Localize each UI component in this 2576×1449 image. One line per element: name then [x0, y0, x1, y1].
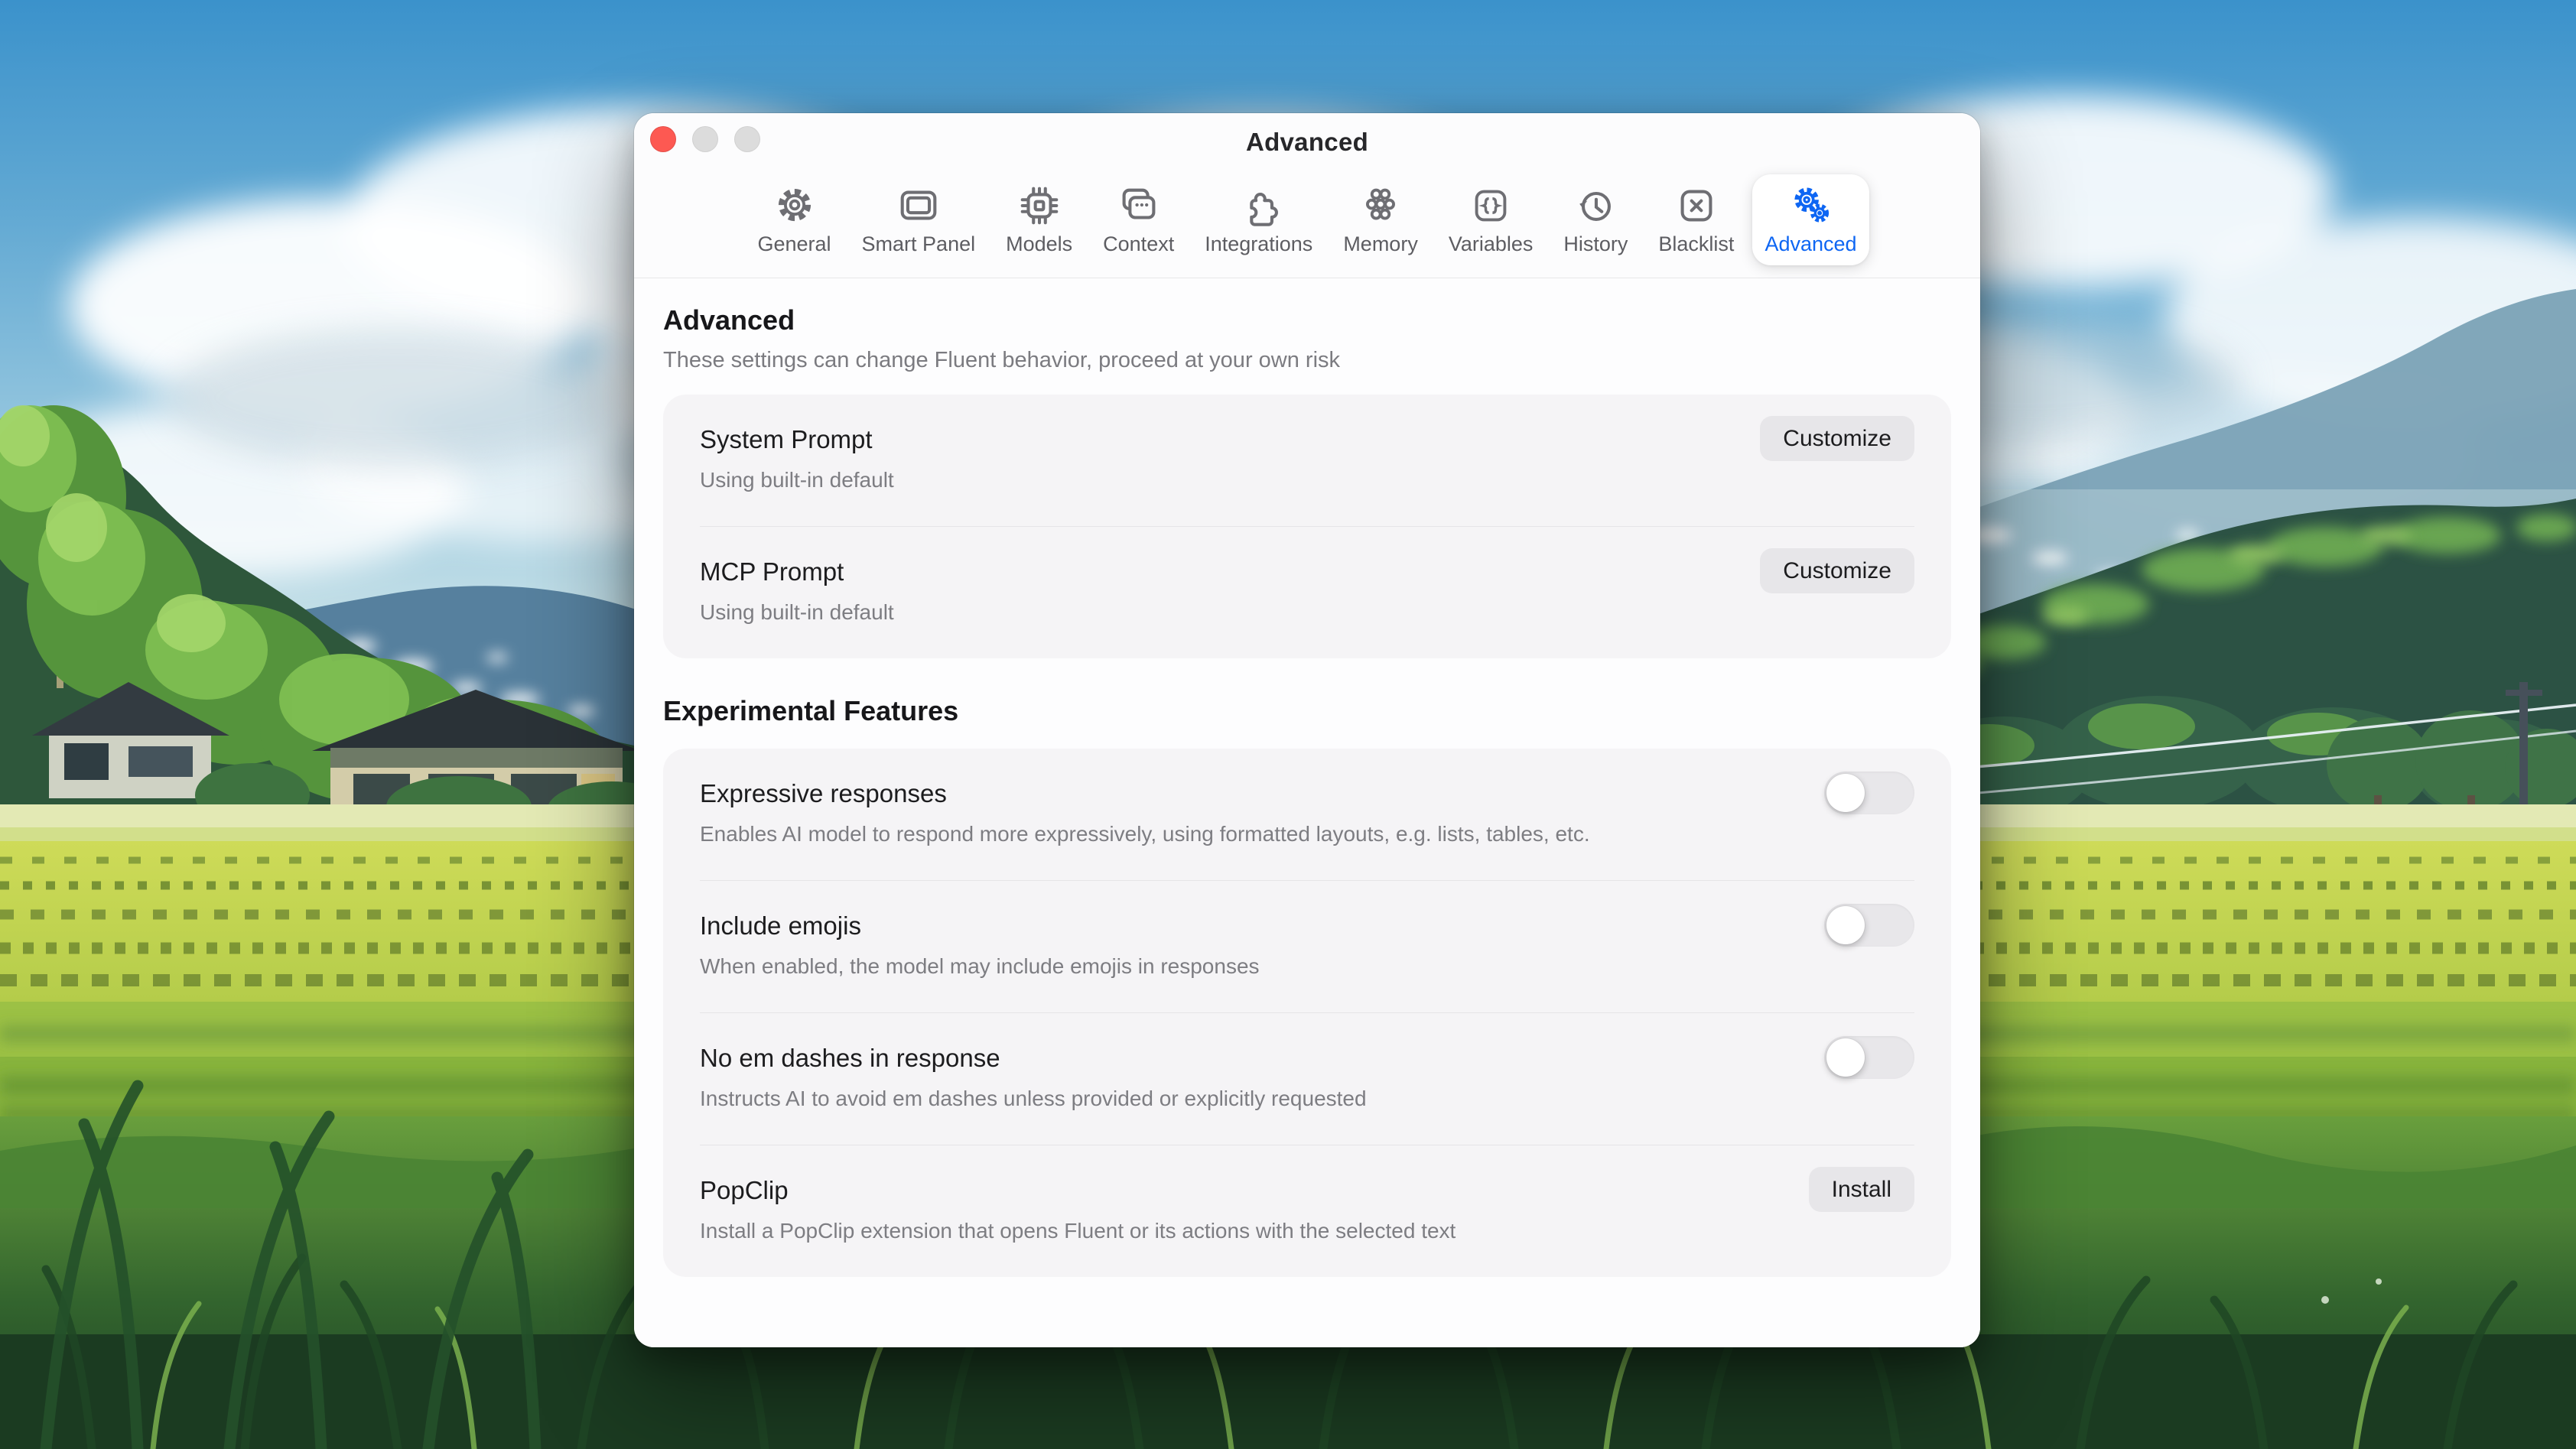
- toggle-knob: [1826, 774, 1865, 812]
- settings-content: Advanced These settings can change Fluen…: [634, 278, 1980, 1347]
- toggle-knob: [1826, 1038, 1865, 1077]
- setting-row-system-prompt: System Prompt Using built-in default Cus…: [700, 395, 1914, 526]
- section-heading-advanced: Advanced: [663, 304, 795, 336]
- setting-row-popclip: PopClip Install a PopClip extension that…: [700, 1145, 1914, 1277]
- setting-status: Using built-in default: [700, 600, 894, 624]
- setting-title: System Prompt: [700, 425, 873, 453]
- window-title: Advanced: [1245, 128, 1369, 156]
- setting-status: Using built-in default: [700, 468, 894, 492]
- tab-history[interactable]: History: [1551, 174, 1640, 265]
- zoom-button[interactable]: [734, 126, 760, 152]
- tab-label: Smart Panel: [861, 232, 976, 255]
- molecule-icon: [1366, 188, 1396, 220]
- tab-label: Memory: [1343, 232, 1418, 255]
- titlebar[interactable]: Advanced: [634, 113, 1980, 171]
- tab-label: Advanced: [1764, 232, 1857, 255]
- gear-icon: [778, 188, 811, 222]
- install-popclip-button[interactable]: Install: [1808, 1167, 1914, 1212]
- setting-description: Instructs AI to avoid em dashes unless p…: [700, 1087, 1367, 1110]
- tab-label: Models: [1006, 232, 1073, 255]
- setting-row-expressive-responses: Expressive responses Enables AI model to…: [700, 749, 1914, 880]
- section-subtitle: These settings can change Fluent behavio…: [663, 348, 1341, 372]
- toggle-expressive-responses[interactable]: [1824, 772, 1914, 814]
- setting-row-mcp-prompt: MCP Prompt Using built-in default Custom…: [700, 526, 1914, 658]
- toggle-knob: [1826, 906, 1865, 944]
- tab-blacklist[interactable]: Blacklist: [1646, 174, 1746, 265]
- toggle-include-emojis[interactable]: [1824, 904, 1914, 947]
- setting-description: When enabled, the model may include emoj…: [700, 954, 1260, 978]
- traffic-lights: [650, 126, 760, 152]
- section-heading-experimental: Experimental Features: [663, 695, 959, 726]
- settings-toolbar: General Smart Panel Models Context Integ…: [634, 171, 1980, 278]
- setting-title: PopClip: [700, 1176, 789, 1204]
- tab-context[interactable]: Context: [1091, 174, 1186, 265]
- tab-advanced[interactable]: Advanced: [1752, 174, 1869, 265]
- setting-description: Install a PopClip extension that opens F…: [700, 1219, 1456, 1243]
- double-gear-icon: [1794, 187, 1830, 223]
- window-header: Advanced General Smart Panel Models Cont…: [634, 113, 1980, 278]
- close-button[interactable]: [650, 126, 676, 152]
- tab-label: History: [1563, 232, 1628, 255]
- tab-label: Context: [1103, 232, 1175, 255]
- experimental-card: Expressive responses Enables AI model to…: [663, 749, 1951, 1277]
- tab-label: General: [757, 232, 831, 255]
- stacked-windows-icon: [1122, 188, 1156, 219]
- tab-label: Integrations: [1205, 232, 1313, 255]
- tab-models[interactable]: Models: [994, 174, 1085, 265]
- setting-title: Include emojis: [700, 911, 861, 940]
- tab-smart-panel[interactable]: Smart Panel: [850, 174, 988, 265]
- toggle-no-em-dashes[interactable]: [1824, 1036, 1914, 1079]
- puzzle-icon: [1250, 193, 1278, 226]
- tab-memory[interactable]: Memory: [1331, 174, 1430, 265]
- chip-icon: [1020, 187, 1058, 225]
- tab-integrations[interactable]: Integrations: [1192, 174, 1325, 265]
- customize-mcp-prompt-button[interactable]: Customize: [1760, 548, 1914, 593]
- setting-title: Expressive responses: [700, 779, 947, 807]
- clock-arrow-icon: [1579, 191, 1612, 221]
- braces-icon: [1475, 190, 1507, 222]
- tab-general[interactable]: General: [745, 174, 843, 265]
- setting-title: No em dashes in response: [700, 1044, 1000, 1072]
- tab-variables[interactable]: Variables: [1436, 174, 1546, 265]
- customize-system-prompt-button[interactable]: Customize: [1760, 416, 1914, 461]
- prompts-card: System Prompt Using built-in default Cus…: [663, 395, 1951, 658]
- setting-title: MCP Prompt: [700, 557, 844, 586]
- tab-label: Blacklist: [1658, 232, 1735, 255]
- x-square-icon: [1680, 190, 1712, 222]
- setting-row-include-emojis: Include emojis When enabled, the model m…: [700, 880, 1914, 1012]
- settings-window: Advanced General Smart Panel Models Cont…: [634, 113, 1980, 1347]
- panel-icon: [900, 190, 937, 220]
- tab-label: Variables: [1448, 232, 1534, 255]
- setting-description: Enables AI model to respond more express…: [700, 822, 1590, 846]
- setting-row-no-em-dashes: No em dashes in response Instructs AI to…: [700, 1012, 1914, 1145]
- minimize-button[interactable]: [692, 126, 718, 152]
